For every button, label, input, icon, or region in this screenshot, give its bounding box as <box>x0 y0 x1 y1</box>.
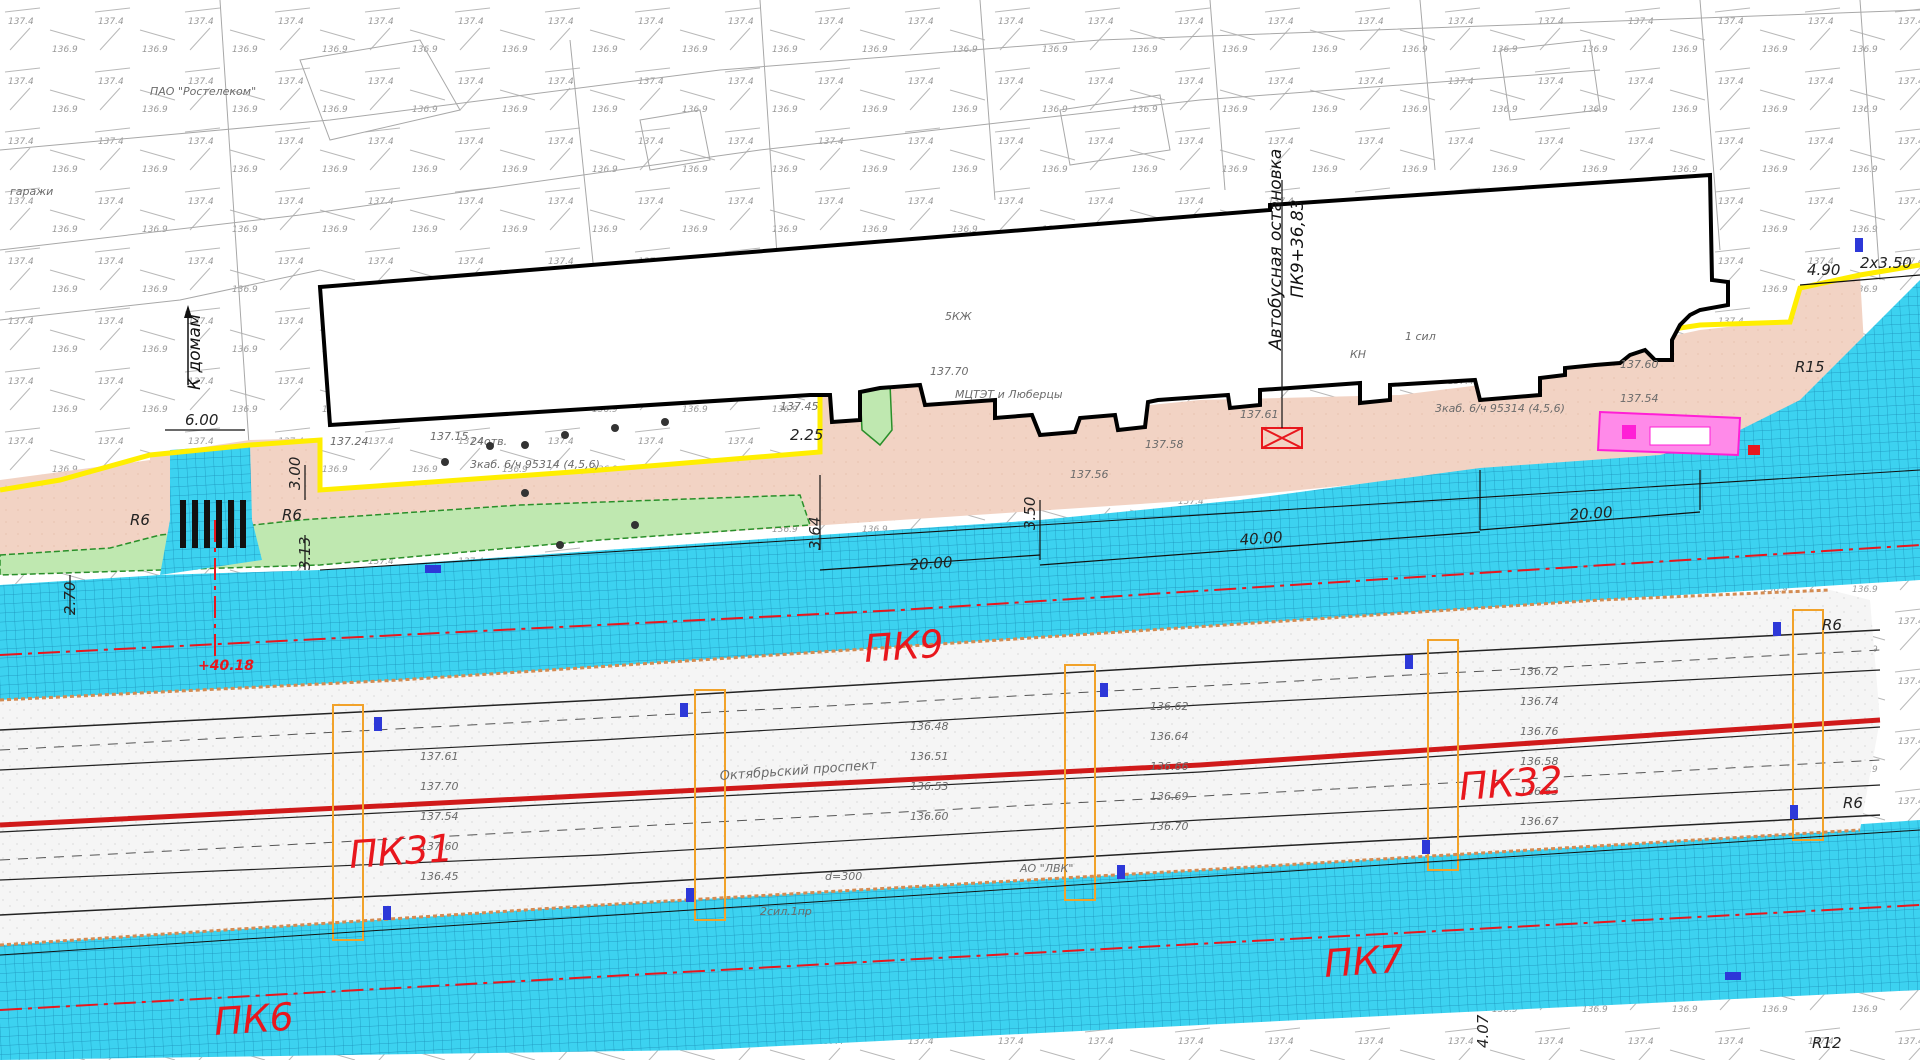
topographic-plan[interactable]: 137.4 136.9 <box>0 0 1920 1060</box>
magenta-pavilion[interactable] <box>1596 410 1760 457</box>
direction-arrow: К домам <box>184 305 205 390</box>
elevation-label: 136.76 <box>1520 725 1559 738</box>
elevation-label: 137.70 <box>930 365 969 378</box>
dimension-label: R6 <box>1843 794 1863 812</box>
elevation-label: 137.45 <box>780 400 819 413</box>
dimension-label: 20.00 <box>1569 503 1613 524</box>
direction-label: К домам <box>185 314 205 390</box>
dimension-label: R15 <box>1795 358 1825 376</box>
elevation-label: 136.45 <box>420 870 459 883</box>
utility-label: 1 сил <box>1405 330 1436 343</box>
elevation-label: 136.60 <box>910 810 949 823</box>
dimension-label: R6 <box>130 511 150 529</box>
elevation-label: 136.48 <box>910 720 949 733</box>
elevation-label: 136.72 <box>1520 665 1559 678</box>
elevation-label: 136.69 <box>1150 790 1189 803</box>
elevation-label: 136.64 <box>1150 730 1189 743</box>
utility-label: ПАО "Ростелеком" <box>150 85 256 98</box>
dimension-label: 3.13 <box>296 537 314 570</box>
bus-stop-chainage: ПК9+36,83 <box>1288 199 1308 298</box>
dimension-label: 3.00 <box>286 457 304 490</box>
elevation-label: 136.70 <box>1150 820 1189 833</box>
elevation-label: 137.58 <box>1145 438 1184 451</box>
dimension-label: R12 <box>1812 1034 1842 1052</box>
dimension-label: R6 <box>1822 616 1842 634</box>
elevation-label: 137.61 <box>420 750 459 763</box>
elevation-label: 137.60 <box>1620 358 1659 371</box>
chainage-offset-label: +40.18 <box>198 658 254 674</box>
utility-label: КН <box>1350 348 1366 361</box>
utility-label: 3каб. 6/ч 95314 (4,5,6) <box>470 458 600 471</box>
dimension-label: 40.00 <box>1239 528 1283 549</box>
utility-label: 5КЖ <box>945 310 973 323</box>
elevation-label: 137.54 <box>420 810 459 823</box>
dimension-label: R6 <box>282 506 302 524</box>
elevation-label: 137.15 <box>430 430 469 443</box>
utility-label: МЦТЭТ и Люберцы <box>955 388 1063 401</box>
chainage-label-pk31: ПК31 <box>348 826 455 877</box>
chainage-label-pk6: ПК6 <box>213 995 296 1044</box>
utility-label: АО "ЛВК" <box>1019 862 1073 875</box>
dimension-label: 4.07 <box>1474 1014 1492 1048</box>
utility-label: 3каб. 6/ч 95314 (4,5,6) <box>1435 402 1565 415</box>
dimension-label: 6.00 <box>185 411 218 429</box>
elevation-label: 136.62 <box>1150 700 1189 713</box>
bus-stop-title: Автобусная остановка <box>1266 149 1286 351</box>
dimension-label: 20.00 <box>909 553 953 574</box>
elevation-label: 136.74 <box>1520 695 1559 708</box>
chainage-label-pk9: ПК9 <box>863 622 946 671</box>
elevation-label: 136.67 <box>1520 815 1559 828</box>
side-road-left <box>160 444 262 575</box>
utility-label: гаражи <box>10 185 53 198</box>
utility-label: d=300 <box>825 870 862 883</box>
elevation-label: 136.53 <box>910 780 949 793</box>
chainage-label-pk7: ПК7 <box>1323 937 1406 986</box>
utility-label: 2сил.1пр <box>760 905 812 918</box>
elevation-label: 136.66 <box>1150 760 1189 773</box>
dimension-label: 4.90 <box>1807 261 1840 279</box>
chainage-label-pk32: ПК32 <box>1458 758 1565 809</box>
dimension-label: 2.70 <box>61 582 79 615</box>
dimension-label: 2.25 <box>790 426 823 444</box>
elevation-label: 137.24 <box>330 435 369 448</box>
dimension-label: 3.50 <box>1021 497 1039 530</box>
dimension-label: 2x3.50 <box>1860 254 1912 272</box>
elevation-label: 136.51 <box>910 750 949 763</box>
elevation-label: 137.56 <box>1070 468 1109 481</box>
elevation-label: 137.61 <box>1240 408 1279 421</box>
dimension-label: 3.64 <box>806 517 824 550</box>
elevation-label: 137.54 <box>1620 392 1659 405</box>
elevation-label: 137.70 <box>420 780 459 793</box>
